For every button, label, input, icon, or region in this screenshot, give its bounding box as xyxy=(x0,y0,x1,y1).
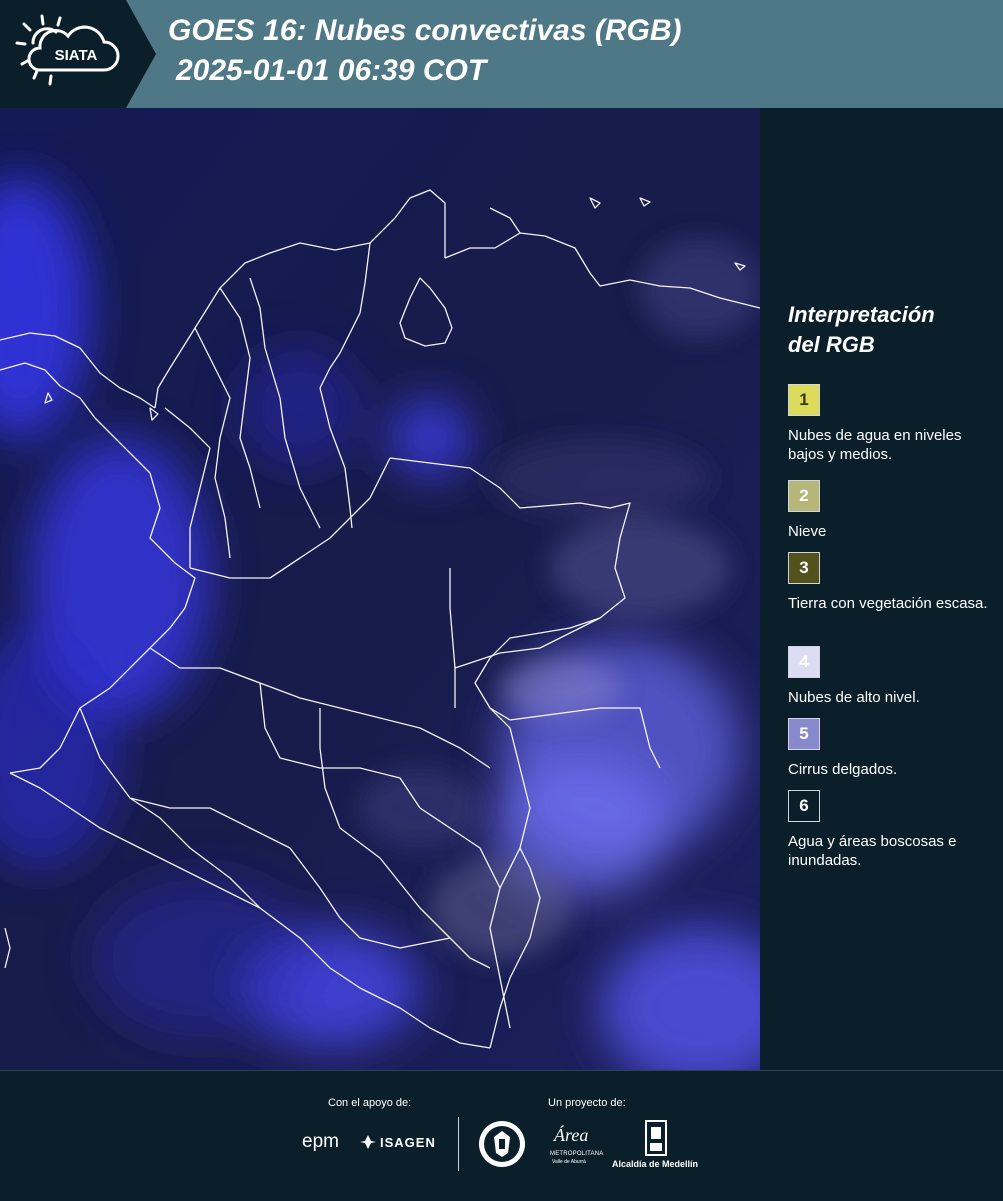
epm-logo: epm xyxy=(302,1131,339,1152)
legend-number-5: 5 xyxy=(799,724,809,743)
siata-logo: SIATA xyxy=(0,0,156,108)
legend-number-6: 6 xyxy=(799,796,809,815)
isagen-logo: ISAGEN xyxy=(380,1135,436,1150)
legend-swatch-4: 4 xyxy=(788,646,820,678)
legend-text-4: Nubes de alto nivel. xyxy=(788,689,920,706)
legend-item-4: 4 Nubes de alto nivel. xyxy=(788,646,988,707)
legend-swatch-2: 2 xyxy=(788,480,820,512)
alcaldia-logo-text: Alcaldía de Medellín xyxy=(612,1159,699,1169)
legend-item-2: 2 Nieve xyxy=(788,480,988,541)
legend-number-2: 2 xyxy=(799,486,809,505)
legend-title: Interpretación del RGB xyxy=(788,302,935,357)
isagen-icon xyxy=(360,1135,376,1149)
legend-number-1: 1 xyxy=(799,390,809,409)
legend-item-3: 3 Tierra con vegetación escasa. xyxy=(788,552,988,613)
legend-item-5: 5 Cirrus delgados. xyxy=(788,718,988,779)
alcaldia-crest-icon xyxy=(645,1120,667,1156)
legend-number-3: 3 xyxy=(799,558,809,577)
legend: Interpretación del RGB 1 Nubes de agua e… xyxy=(788,300,988,869)
legend-text-5: Cirrus delgados. xyxy=(788,761,898,778)
footer-divider xyxy=(458,1117,459,1171)
header-bar: SIATA GOES 16: Nubes convectivas (RGB) 2… xyxy=(0,0,1003,108)
legend-text-3: Tierra con vegetación escasa. xyxy=(788,595,988,612)
satellite-map xyxy=(0,108,760,1070)
footer: Con el apoyo de: Un proyecto de: epm ISA… xyxy=(0,1070,1003,1201)
legend-item-1: 1 Nubes de agua en niveles bajos y medio… xyxy=(788,384,988,464)
legend-number-4: 4 xyxy=(799,652,809,671)
legend-text-6: Agua y áreas boscosas e inundadas. xyxy=(788,833,957,869)
area-metropolitana-logo: Área METROPOLITANA Valle de Aburrá xyxy=(550,1119,603,1169)
page-title: GOES 16: Nubes convectivas (RGB) xyxy=(168,14,682,47)
legend-swatch-6: 6 xyxy=(788,790,820,822)
area-logo-sub: METROPOLITANA xyxy=(550,1151,604,1157)
legend-swatch-1: 1 xyxy=(788,384,820,416)
timestamp: 2025-01-01 06:39 COT xyxy=(176,54,487,87)
legend-text-2: Nieve xyxy=(788,523,827,540)
legend-swatch-5: 5 xyxy=(788,718,820,750)
legend-text-1: Nubes de agua en niveles bajos y medios. xyxy=(788,427,962,463)
legend-item-6: 6 Agua y áreas boscosas e inundadas. xyxy=(788,790,988,870)
medellin-seal-icon xyxy=(479,1121,525,1167)
area-logo-word: Área xyxy=(554,1125,589,1145)
brand-text: SIATA xyxy=(55,47,98,64)
area-logo-sub2: Valle de Aburrá xyxy=(552,1159,586,1165)
project-label: Un proyecto de: xyxy=(548,1097,626,1109)
support-label: Con el apoyo de: xyxy=(328,1097,412,1109)
legend-swatch-3: 3 xyxy=(788,552,820,584)
